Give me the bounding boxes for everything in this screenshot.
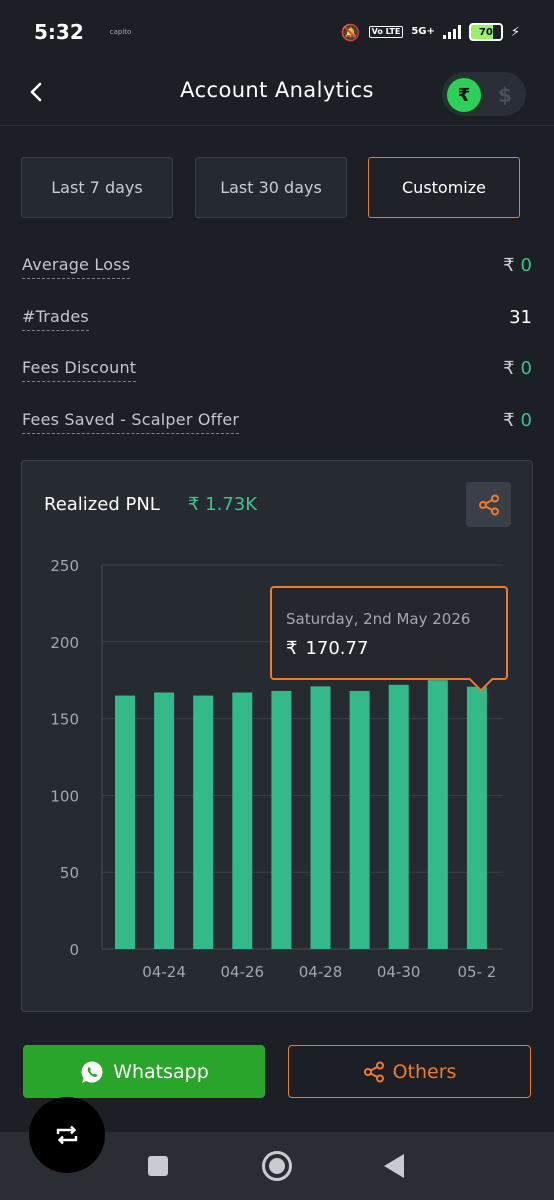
realized-pnl-bar-chart: 0 50 100 150 200 250 04-24 04-26 04-28 04-30 05- 2 (50, 557, 503, 981)
whatsapp-icon (81, 1061, 103, 1083)
app-bar: Account Analytics ₹ $ (0, 64, 554, 126)
others-share-button[interactable]: Others (288, 1045, 531, 1098)
charging-icon: ⚡ (510, 24, 520, 40)
bar (388, 684, 409, 949)
bar (271, 690, 292, 949)
recents-icon[interactable] (148, 1156, 168, 1176)
battery-icon: 70 (468, 23, 503, 41)
status-app-indicator: capito (109, 28, 132, 36)
x-tick-label: 04-30 (377, 963, 421, 981)
volte-icon: Vo LTE (368, 26, 404, 38)
others-label: Others (392, 1060, 457, 1083)
metric-value: ₹0 (503, 358, 532, 379)
network-type: 5G+ (411, 26, 435, 37)
metric-label[interactable]: #Trades (22, 307, 89, 331)
status-time: 5:32 (34, 20, 84, 44)
metric-value: ₹0 (503, 410, 532, 431)
home-icon[interactable] (262, 1151, 292, 1181)
chart-tooltip: Saturday, 2nd May 2026 ₹170.77 (270, 586, 508, 680)
bar (349, 690, 370, 949)
signal-icon (442, 25, 461, 39)
y-tick-label: 200 (50, 634, 79, 652)
share-icon (363, 1061, 384, 1082)
status-bar: 5:32 capito 🔕 Vo LTE 5G+ 70 ⚡ (0, 0, 554, 64)
realized-pnl-card: Realized PNL ₹ 1.73K 0 50 100 150 200 250 04-2… (21, 460, 533, 1012)
y-tick-label: 0 (69, 941, 79, 959)
tooltip-date: Saturday, 2nd May 2026 (286, 610, 471, 628)
metric-label[interactable]: Average Loss (22, 255, 131, 279)
metric-value: 31 (509, 307, 532, 328)
switch-account-fab[interactable] (29, 1097, 105, 1173)
filter-last-30-days[interactable]: Last 30 days (195, 157, 347, 218)
metric-fees-discount: Fees Discount ₹0 (22, 358, 532, 388)
x-tick-label: 04-28 (299, 963, 343, 981)
metric-value: ₹0 (503, 255, 532, 276)
y-tick-label: 50 (60, 864, 79, 882)
status-icons: 🔕 Vo LTE 5G+ 70 ⚡ (341, 23, 520, 42)
rupee-currency-icon[interactable]: ₹ (447, 78, 481, 112)
y-tick-label: 150 (50, 711, 79, 729)
back-nav-icon[interactable] (384, 1154, 404, 1178)
bar (193, 695, 214, 949)
filter-customize[interactable]: Customize (368, 157, 520, 218)
currency-toggle[interactable]: ₹ $ (442, 72, 526, 116)
bar (310, 686, 331, 949)
y-tick-label: 100 (50, 787, 79, 805)
bar (232, 692, 253, 949)
bar (154, 692, 175, 949)
x-tick-label: 04-24 (142, 963, 186, 981)
metric-fees-saved-scalper: Fees Saved - Scalper Offer ₹0 (22, 410, 532, 440)
metric-average-loss: Average Loss ₹0 (22, 255, 532, 285)
filter-last-7-days[interactable]: Last 7 days (21, 157, 173, 218)
dollar-currency-icon[interactable]: $ (488, 78, 522, 112)
repeat-icon (56, 1125, 78, 1145)
metric-label[interactable]: Fees Saved - Scalper Offer (22, 410, 240, 434)
metric-label[interactable]: Fees Discount (22, 358, 137, 382)
bar (115, 695, 135, 949)
x-tick-label: 04-26 (221, 963, 265, 981)
bar (427, 680, 448, 949)
x-tick-label: 05- 2 (457, 963, 496, 981)
bar (466, 686, 487, 949)
whatsapp-share-button[interactable]: Whatsapp (23, 1045, 265, 1098)
y-tick-label: 250 (50, 557, 79, 575)
whatsapp-label: Whatsapp (113, 1060, 209, 1083)
metric-trades: #Trades 31 (22, 307, 532, 337)
tooltip-value: ₹170.77 (286, 638, 369, 659)
mute-icon: 🔕 (340, 22, 361, 42)
